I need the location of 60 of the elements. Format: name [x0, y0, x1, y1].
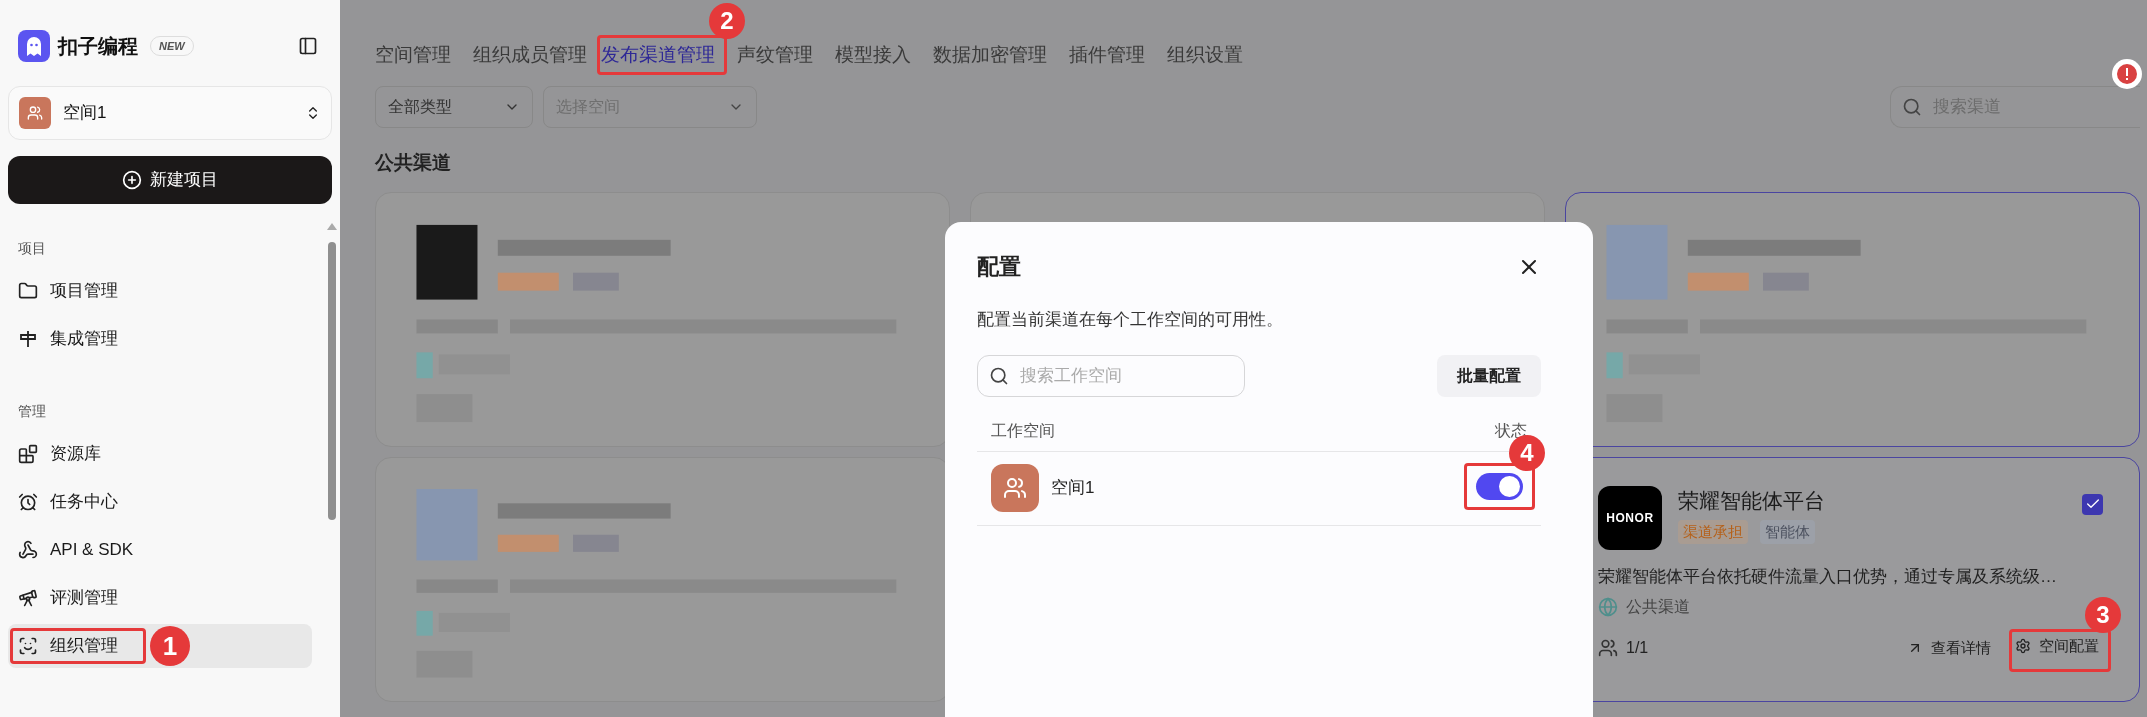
- sidebar-toggle-icon[interactable]: [298, 36, 318, 56]
- toggle-switch[interactable]: [1476, 472, 1523, 500]
- integration-icon: [18, 329, 38, 349]
- channel-title: 荣耀智能体平台: [1678, 487, 1825, 514]
- search-icon: [989, 365, 1009, 386]
- tab[interactable]: 发布渠道管理: [601, 40, 723, 70]
- gear-icon: [2015, 638, 2031, 655]
- tab[interactable]: 模型接入: [827, 40, 919, 70]
- users-icon: [1003, 476, 1027, 500]
- nav-item[interactable]: 组织管理 1: [8, 624, 312, 668]
- nav-item[interactable]: 评测管理: [8, 576, 312, 620]
- column-header: 工作空间: [991, 420, 1055, 441]
- section-label: 项目: [17, 239, 47, 258]
- details-link[interactable]: 查看详情: [1907, 636, 1991, 660]
- search-icon: [1902, 97, 1922, 117]
- member-count: 1/1: [1626, 638, 1649, 659]
- section-title: 公共渠道: [375, 151, 452, 175]
- nav-item[interactable]: 项目管理: [8, 269, 312, 313]
- alarm-clock-icon: [18, 492, 38, 512]
- nav-item[interactable]: 任务中心: [8, 480, 312, 524]
- workspace-search-field[interactable]: 搜索工作空间: [977, 354, 1245, 397]
- folder-icon: [18, 281, 38, 301]
- dialog-description: 配置当前渠道在每个工作空间的可用性。: [977, 309, 1284, 331]
- plus-icon: [122, 170, 142, 190]
- dialog-title: 配置: [977, 253, 1021, 281]
- checkbox[interactable]: [2082, 493, 2103, 515]
- tag: 智能体: [1760, 519, 1815, 544]
- tab[interactable]: 组织设置: [1159, 40, 1251, 70]
- step-badge: 3: [2085, 597, 2121, 633]
- users-icon: [27, 105, 43, 121]
- channel-logo: HONOR: [1598, 485, 1662, 550]
- scope-label: 公共渠道: [1626, 597, 1690, 617]
- space-config-button[interactable]: 空间配置: [2015, 635, 2099, 658]
- tab[interactable]: 插件管理: [1061, 40, 1153, 70]
- space-selector[interactable]: 空间1: [8, 86, 332, 140]
- batch-config-button[interactable]: 批量配置: [1437, 354, 1541, 397]
- section-label: 管理: [17, 402, 47, 421]
- users-icon: [1598, 638, 1618, 659]
- nav-item[interactable]: API & SDK: [8, 528, 312, 572]
- step-badge: 1: [150, 626, 190, 666]
- blocks-icon: [18, 444, 38, 464]
- tag: 渠道承担: [1678, 519, 1748, 544]
- alert-icon: [2111, 58, 2143, 90]
- step-badge: 2: [709, 2, 745, 39]
- nodes-icon: [18, 540, 38, 560]
- type-dropdown[interactable]: 全部类型: [375, 86, 533, 128]
- channel-description: 荣耀智能体平台依托硬件流量入口优势，通过专属及系统级…: [1598, 565, 2058, 588]
- tab[interactable]: 数据加密管理: [925, 40, 1055, 70]
- workspace-name: 空间1: [1051, 477, 1095, 500]
- nav-item[interactable]: 集成管理: [8, 317, 312, 361]
- scan-icon: [18, 636, 38, 656]
- brand-name: 扣子编程: [58, 34, 138, 59]
- globe-icon: [1598, 597, 1618, 617]
- tab[interactable]: 空间管理: [375, 40, 459, 70]
- telescope-icon: [18, 588, 38, 608]
- new-project-button[interactable]: 新建项目: [8, 156, 332, 204]
- nav-item[interactable]: 资源库: [8, 432, 312, 476]
- tab[interactable]: 组织成员管理: [465, 40, 595, 70]
- tab[interactable]: 声纹管理: [729, 40, 821, 70]
- ghost-logo-icon: [18, 30, 50, 62]
